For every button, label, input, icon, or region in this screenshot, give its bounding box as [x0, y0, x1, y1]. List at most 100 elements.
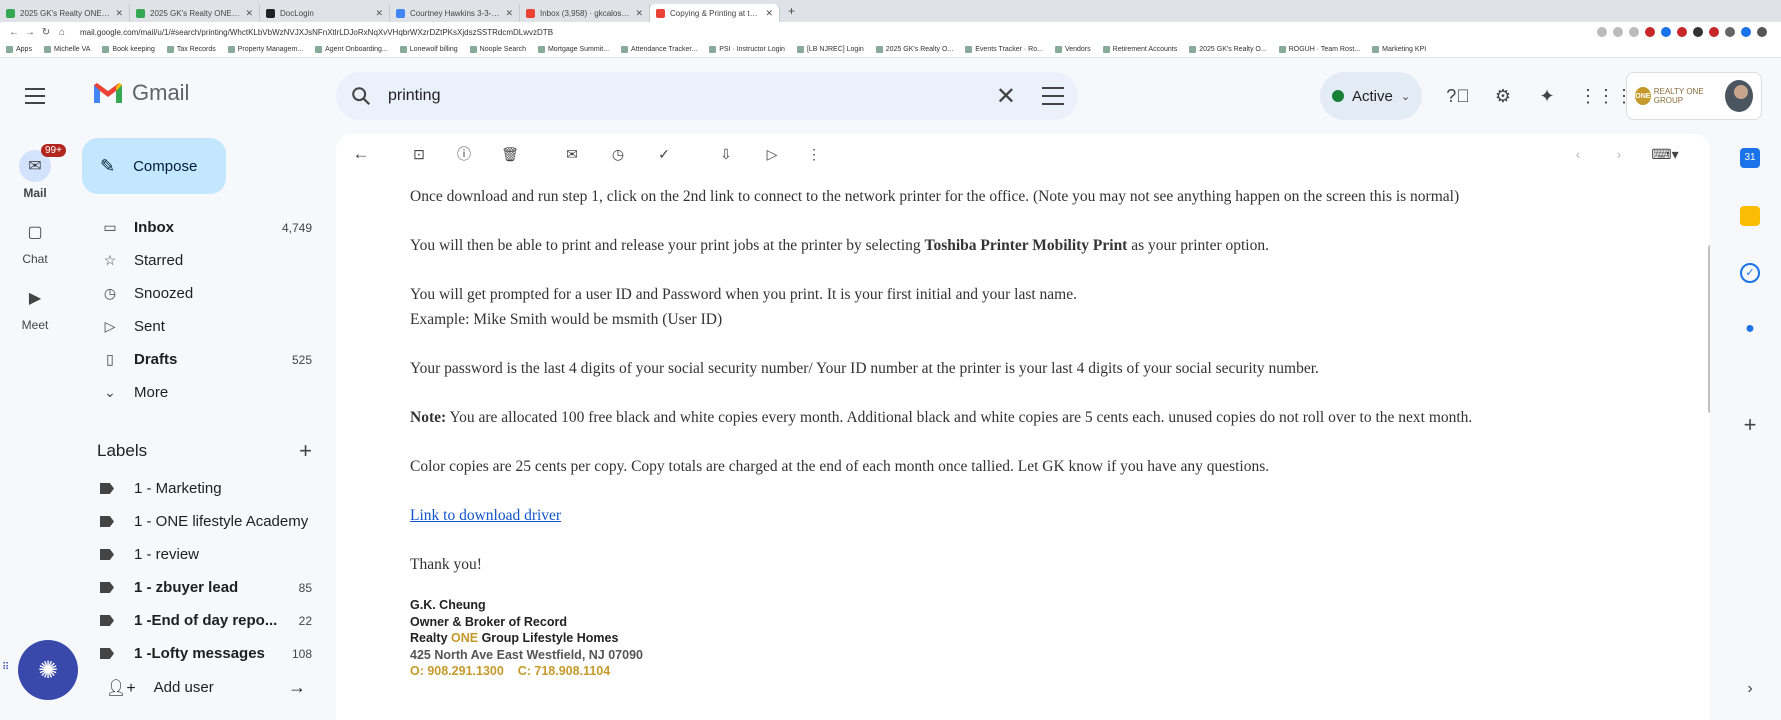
compose-button[interactable]: ✎ Compose: [82, 138, 226, 194]
older-chevron-icon[interactable]: ›: [1609, 144, 1629, 164]
nav-item-drafts[interactable]: ▯ Drafts 525: [82, 343, 322, 376]
forward-icon[interactable]: →: [22, 27, 38, 38]
extension-icon[interactable]: [1661, 27, 1671, 37]
label-item[interactable]: 1 - ONE lifestyle Academy: [82, 505, 322, 538]
apps-grid-icon[interactable]: ⋮⋮⋮: [1579, 84, 1633, 108]
nav-item-more[interactable]: ⌄ More: [82, 376, 322, 409]
label-item[interactable]: 1 -Lofty messages 108: [82, 637, 322, 670]
drag-handle-icon[interactable]: ⠿: [2, 662, 16, 673]
close-tab-icon[interactable]: ✕: [375, 8, 383, 19]
browser-tab[interactable]: 2025 GK's Realty ONE GS · Go... ✕: [130, 4, 260, 22]
rail-chat[interactable]: ▢ Chat: [10, 216, 60, 266]
search-icon[interactable]: [350, 85, 372, 107]
extension-icon[interactable]: [1709, 27, 1719, 37]
mark-unread-icon[interactable]: ✉: [562, 144, 582, 164]
extension-icon[interactable]: [1693, 27, 1703, 37]
avatar[interactable]: [1724, 80, 1753, 112]
bookmark-item[interactable]: Agent Onboarding...: [315, 46, 388, 53]
bookmark-item[interactable]: Mortgage Summit...: [537, 46, 609, 53]
close-tab-icon[interactable]: ✕: [635, 8, 643, 19]
new-tab-icon[interactable]: +: [788, 4, 795, 18]
bookmark-item[interactable]: Book keeping: [102, 46, 155, 53]
nav-item-inbox[interactable]: ▭ Inbox 4,749: [82, 211, 322, 244]
archive-icon[interactable]: ⊡: [409, 144, 429, 164]
nav-item-starred[interactable]: ☆ Starred: [82, 244, 322, 277]
nav-item-snoozed[interactable]: ◷ Snoozed: [82, 277, 322, 310]
label-item[interactable]: 1 -End of day repo... 22: [82, 604, 322, 637]
clear-search-icon[interactable]: ✕: [996, 82, 1016, 111]
search-input[interactable]: [388, 87, 996, 105]
add-label-icon[interactable]: +: [299, 438, 312, 464]
tasks-icon[interactable]: ✓: [1730, 263, 1770, 283]
gmail-logo[interactable]: Gmail: [92, 80, 189, 106]
label-item[interactable]: 1 - Marketing: [82, 472, 322, 505]
move-to-icon[interactable]: ⇩: [716, 144, 736, 164]
help-icon[interactable]: ?⃝: [1446, 84, 1470, 108]
label-item[interactable]: 1 - zbuyer lead 85: [82, 571, 322, 604]
hide-side-panel-icon[interactable]: ›: [1730, 680, 1770, 698]
extension-icon[interactable]: [1725, 27, 1735, 37]
search-options-icon[interactable]: [1042, 87, 1064, 105]
download-driver-link[interactable]: Link to download driver: [410, 507, 561, 524]
settings-gear-icon[interactable]: ⚙: [1491, 84, 1515, 108]
bookmark-item[interactable]: Retirement Accounts: [1102, 46, 1177, 53]
reload-icon[interactable]: ↻: [38, 27, 54, 38]
rail-meet[interactable]: ▶ Meet: [10, 282, 60, 332]
bookmark-item[interactable]: 2025 GK's Realty O...: [1189, 46, 1267, 53]
bookmark-item[interactable]: Marketing KPI: [1372, 46, 1426, 53]
nav-item-sent[interactable]: ▷ Sent: [82, 310, 322, 343]
bookmark-item[interactable]: ROGUH · Team Rost...: [1278, 46, 1360, 53]
bookmark-item[interactable]: PSI · Instructor Login: [709, 46, 785, 53]
scrollbar-thumb[interactable]: [1708, 244, 1710, 414]
calendar-icon[interactable]: 31: [1730, 148, 1770, 168]
star-icon[interactable]: [1629, 27, 1639, 37]
account-switcher[interactable]: ONE REALTY ONE GROUP: [1626, 72, 1762, 120]
browser-tab[interactable]: 2025 GK's Realty ONE GS · Go... ✕: [0, 4, 130, 22]
bookmark-item[interactable]: Attendance Tracker...: [621, 46, 697, 53]
delete-trash-icon[interactable]: 🗑︎: [500, 144, 520, 164]
label-icon[interactable]: ▷: [762, 144, 782, 164]
rail-mail[interactable]: ✉ 99+ Mail: [10, 144, 66, 200]
keep-icon[interactable]: [1730, 206, 1770, 226]
bookmark-item[interactable]: Events Tracker · Ro...: [965, 46, 1043, 53]
extension-icon[interactable]: [1677, 27, 1687, 37]
back-icon[interactable]: ←: [6, 27, 22, 38]
bookmark-item[interactable]: Lonewolf billing: [399, 46, 458, 53]
add-task-icon[interactable]: ✓: [654, 144, 674, 164]
profile-icon[interactable]: [1741, 27, 1751, 37]
extension-icon[interactable]: [1613, 27, 1623, 37]
bookmark-item[interactable]: Noople Search: [469, 46, 526, 53]
close-tab-icon[interactable]: ✕: [245, 8, 253, 19]
snooze-clock-icon[interactable]: ◷: [608, 144, 628, 164]
extension-icon[interactable]: [1597, 27, 1607, 37]
browser-tab[interactable]: DocLogin ✕: [260, 4, 390, 22]
input-tools-keyboard-icon[interactable]: ⌨▾: [1648, 144, 1682, 164]
get-addons-icon[interactable]: +: [1730, 412, 1770, 438]
newer-chevron-icon[interactable]: ‹: [1568, 144, 1588, 164]
close-tab-icon[interactable]: ✕: [505, 8, 513, 19]
close-tab-icon[interactable]: ✕: [115, 8, 123, 19]
add-user-button[interactable]: 👤︎+ Add user →: [106, 677, 306, 698]
bookmark-item[interactable]: Property Managem...: [227, 46, 303, 53]
extension-icon[interactable]: [1645, 27, 1655, 37]
bookmark-item[interactable]: [LB NJREC] Login: [796, 46, 864, 53]
back-arrow-icon[interactable]: ←: [351, 144, 371, 164]
home-icon[interactable]: ⌂: [54, 27, 70, 38]
bookmark-item[interactable]: Tax Records: [166, 46, 216, 53]
kebab-menu-icon[interactable]: [1757, 27, 1767, 37]
close-tab-icon[interactable]: ✕: [765, 8, 773, 19]
search-bar[interactable]: ✕: [336, 72, 1078, 120]
main-menu-icon[interactable]: [20, 84, 50, 108]
bookmark-item[interactable]: Michelle VA: [43, 46, 90, 53]
bookmark-item[interactable]: Apps: [6, 46, 32, 53]
contacts-icon[interactable]: ●: [1730, 320, 1770, 340]
bookmark-item[interactable]: Vendors: [1054, 46, 1091, 53]
browser-tab[interactable]: Inbox (3,958) · gkcalos@gmai... ✕: [520, 4, 650, 22]
browser-tab[interactable]: Copying & Printing at the Offic... ✕: [650, 4, 780, 22]
label-item[interactable]: 1 - review: [82, 538, 322, 571]
assistant-fab-button[interactable]: ✺: [18, 640, 78, 700]
gemini-sparkle-icon[interactable]: ✦: [1535, 84, 1559, 108]
more-options-icon[interactable]: ⋮: [804, 144, 824, 164]
report-spam-icon[interactable]: ⓘ: [454, 144, 474, 164]
status-selector[interactable]: Active ⌄: [1320, 72, 1422, 120]
